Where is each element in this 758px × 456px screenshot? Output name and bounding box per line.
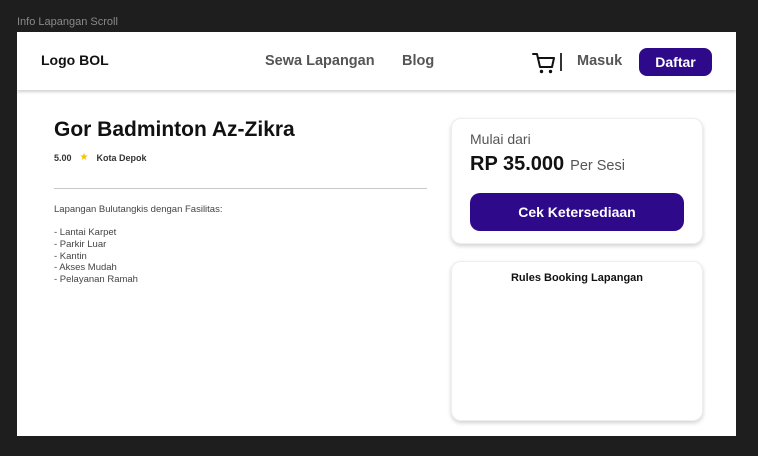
nav-divider [560, 53, 562, 71]
login-link[interactable]: Masuk [577, 53, 622, 69]
rules-card: Rules Booking Lapangan [451, 261, 703, 421]
page-frame: Logo BOL Sewa Lapangan Blog Masuk Daftar… [17, 32, 736, 436]
section-divider [54, 188, 427, 189]
price-label: Mulai dari [470, 131, 531, 147]
facilities-list: - Lantai Karpet - Parkir Luar - Kantin -… [54, 227, 138, 286]
navbar: Logo BOL Sewa Lapangan Blog Masuk Daftar [17, 32, 736, 90]
price-value: RP 35.000 [470, 153, 565, 175]
city-label: Kota Depok [96, 152, 147, 163]
facility-item: - Kantin [54, 250, 87, 262]
rating-row: 5.00 ★ Kota Depok [54, 152, 147, 163]
price-card: Mulai dari RP 35.000 Per Sesi Cek Keters… [451, 118, 703, 244]
price-row: RP 35.000 Per Sesi [470, 153, 625, 176]
rules-title: Rules Booking Lapangan [510, 272, 643, 284]
nav-link-sewa-lapangan[interactable]: Sewa Lapangan [265, 53, 375, 69]
star-icon: ★ [79, 152, 89, 163]
logo[interactable]: Logo BOL [41, 52, 109, 68]
facility-item: - Pelayanan Ramah [54, 274, 138, 286]
check-availability-button[interactable]: Cek Ketersediaan [470, 193, 684, 231]
cart-icon[interactable] [532, 51, 556, 75]
nav-link-blog[interactable]: Blog [402, 53, 434, 69]
frame-label: Info Lapangan Scroll [17, 16, 118, 28]
register-button[interactable]: Daftar [639, 48, 712, 76]
venue-title: Gor Badminton Az-Zikra [54, 118, 295, 141]
rating-value: 5.00 [54, 152, 72, 163]
facility-item: - Lantai Karpet [54, 227, 117, 238]
description-heading: Lapangan Bulutangkis dengan Fasilitas: [54, 204, 223, 215]
facility-item: - Parkir Luar [54, 238, 107, 250]
price-unit: Per Sesi [570, 158, 625, 174]
facility-item: - Akses Mudah [54, 262, 117, 274]
